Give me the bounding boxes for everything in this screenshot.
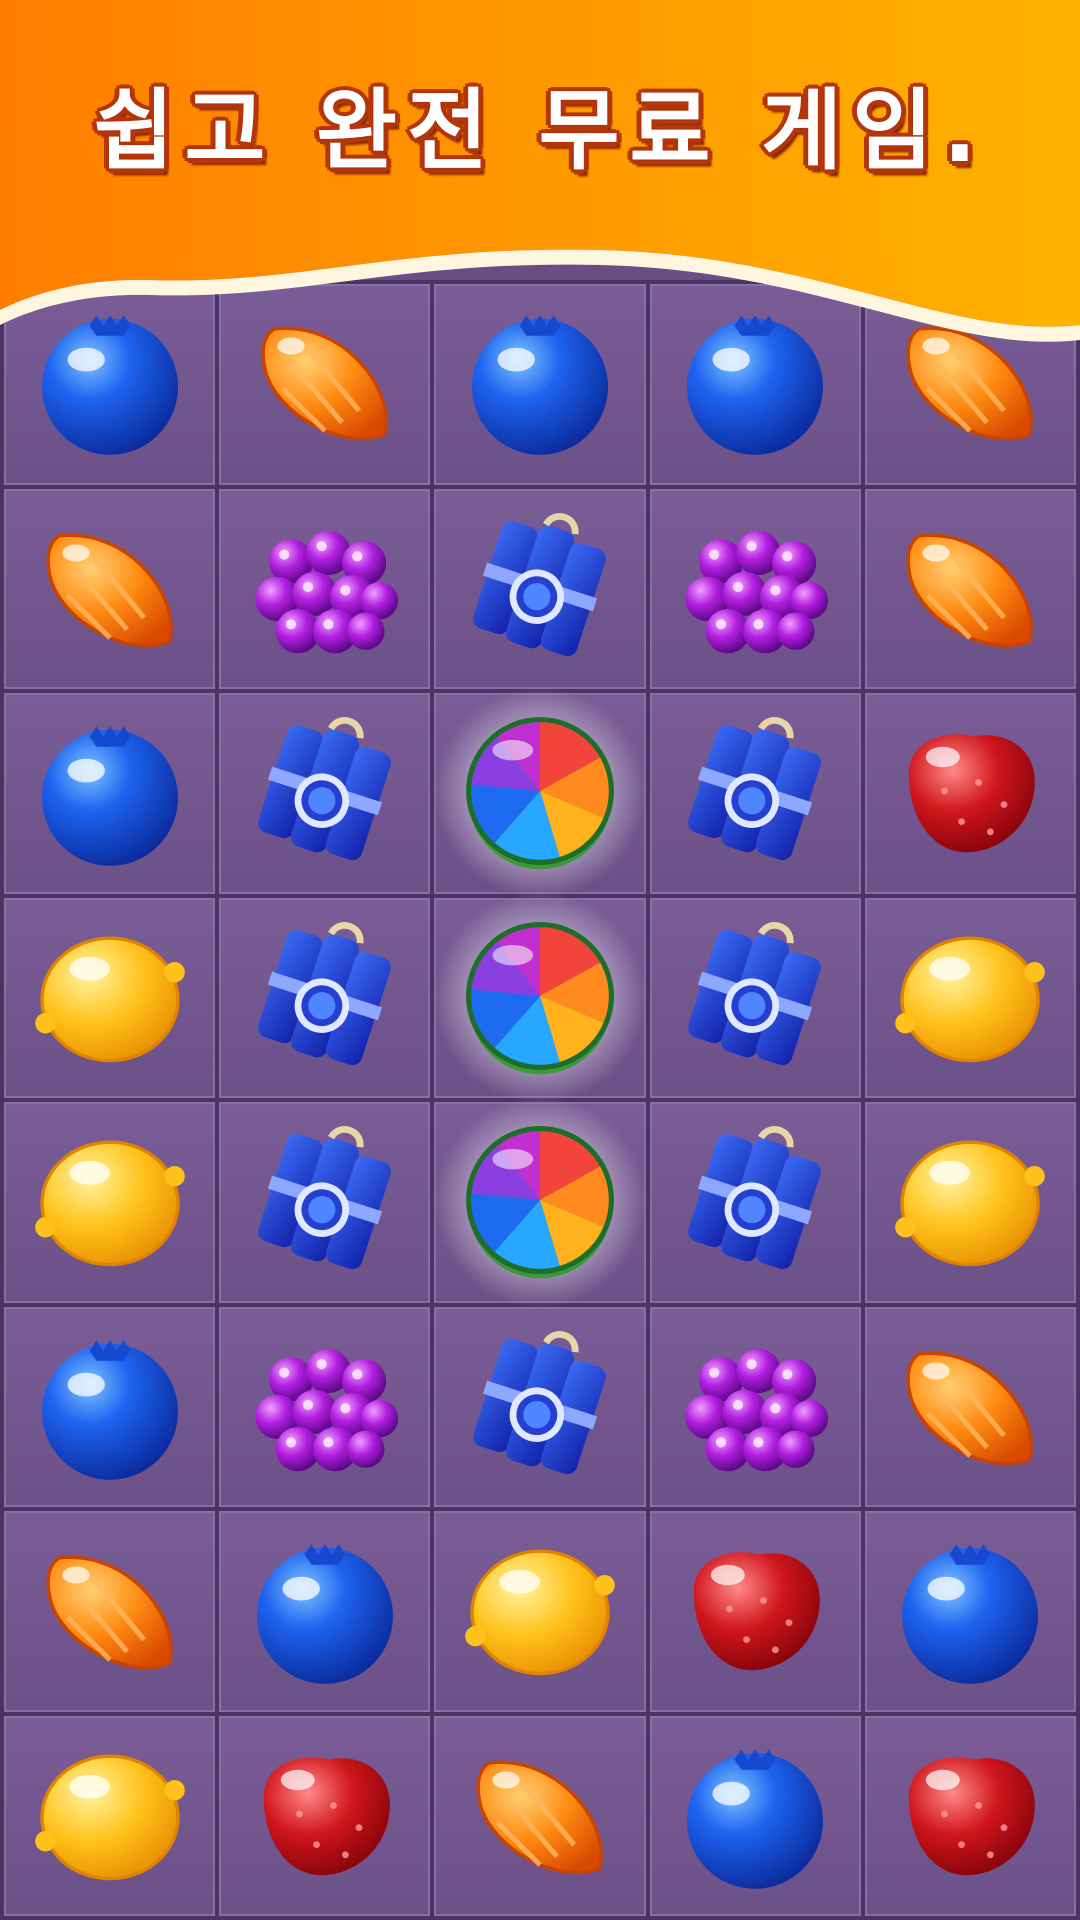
orange-slice-icon[interactable] — [455, 1729, 625, 1903]
orange-slice-icon[interactable] — [25, 1524, 195, 1698]
board-cell[interactable] — [649, 897, 861, 1098]
board-cell[interactable] — [864, 693, 1076, 894]
board-cell[interactable] — [864, 1715, 1076, 1916]
board-cell[interactable] — [649, 1306, 861, 1507]
board-cell[interactable] — [649, 1102, 861, 1303]
grape-icon[interactable] — [240, 502, 410, 676]
board-cell[interactable] — [864, 488, 1076, 689]
strawberry-icon[interactable] — [670, 1524, 840, 1698]
board-cell[interactable] — [4, 1715, 216, 1916]
board-cell[interactable] — [4, 1306, 216, 1507]
board-cell[interactable] — [649, 1715, 861, 1916]
promo-banner: 쉽고 완전 무료 게임. — [0, 0, 1080, 350]
board-cell[interactable] — [219, 1102, 431, 1303]
board-cell[interactable] — [434, 1306, 646, 1507]
lemon-icon[interactable] — [25, 1729, 195, 1903]
orange-slice-icon[interactable] — [25, 502, 195, 676]
board-cell[interactable] — [424, 1087, 655, 1318]
board-cell[interactable] — [219, 897, 431, 1098]
blueberry-bomb-icon[interactable] — [240, 1115, 410, 1289]
grape-icon[interactable] — [670, 1320, 840, 1494]
lemon-icon[interactable] — [455, 1524, 625, 1698]
board-cell[interactable] — [424, 678, 655, 909]
orange-slice-icon[interactable] — [885, 1320, 1055, 1494]
blueberry-bomb-icon[interactable] — [670, 911, 840, 1085]
board-cell[interactable] — [219, 693, 431, 894]
rainbow-wheel-icon[interactable] — [455, 911, 625, 1085]
rainbow-wheel-icon[interactable] — [455, 1115, 625, 1289]
board-cell[interactable] — [219, 1511, 431, 1712]
blueberry-icon[interactable] — [240, 1524, 410, 1698]
board-cell[interactable] — [219, 488, 431, 689]
blueberry-bomb-icon[interactable] — [670, 1115, 840, 1289]
board-cell[interactable] — [649, 693, 861, 894]
lemon-icon[interactable] — [25, 1115, 195, 1289]
lemon-icon[interactable] — [25, 911, 195, 1085]
strawberry-icon[interactable] — [885, 1729, 1055, 1903]
board-cell[interactable] — [219, 1306, 431, 1507]
lemon-icon[interactable] — [885, 1115, 1055, 1289]
board-cell[interactable] — [649, 1511, 861, 1712]
blueberry-icon[interactable] — [25, 1320, 195, 1494]
board-cell[interactable] — [219, 1715, 431, 1916]
grape-icon[interactable] — [670, 502, 840, 676]
board-cell[interactable] — [4, 693, 216, 894]
blueberry-bomb-icon[interactable] — [240, 706, 410, 880]
blueberry-icon[interactable] — [670, 1729, 840, 1903]
board-cell[interactable] — [424, 882, 655, 1113]
board-cell[interactable] — [864, 1306, 1076, 1507]
board-cell[interactable] — [4, 488, 216, 689]
board-cell[interactable] — [434, 1511, 646, 1712]
board-cell[interactable] — [864, 1102, 1076, 1303]
blueberry-icon[interactable] — [885, 1524, 1055, 1698]
board-cell[interactable] — [864, 1511, 1076, 1712]
game-board[interactable] — [0, 280, 1080, 1920]
orange-slice-icon[interactable] — [885, 502, 1055, 676]
rainbow-wheel-icon[interactable] — [455, 706, 625, 880]
board-cell[interactable] — [649, 488, 861, 689]
board-cell[interactable] — [4, 1102, 216, 1303]
board-cell[interactable] — [434, 1715, 646, 1916]
blueberry-bomb-icon[interactable] — [455, 502, 625, 676]
blueberry-icon[interactable] — [25, 706, 195, 880]
banner-title: 쉽고 완전 무료 게임. — [93, 79, 987, 182]
board-cell[interactable] — [434, 488, 646, 689]
lemon-icon[interactable] — [885, 911, 1055, 1085]
grape-icon[interactable] — [240, 1320, 410, 1494]
board-cell[interactable] — [4, 897, 216, 1098]
board-cell[interactable] — [4, 1511, 216, 1712]
blueberry-bomb-icon[interactable] — [240, 911, 410, 1085]
board-cell[interactable] — [864, 897, 1076, 1098]
blueberry-bomb-icon[interactable] — [670, 706, 840, 880]
strawberry-icon[interactable] — [885, 706, 1055, 880]
strawberry-icon[interactable] — [240, 1729, 410, 1903]
blueberry-bomb-icon[interactable] — [455, 1320, 625, 1494]
